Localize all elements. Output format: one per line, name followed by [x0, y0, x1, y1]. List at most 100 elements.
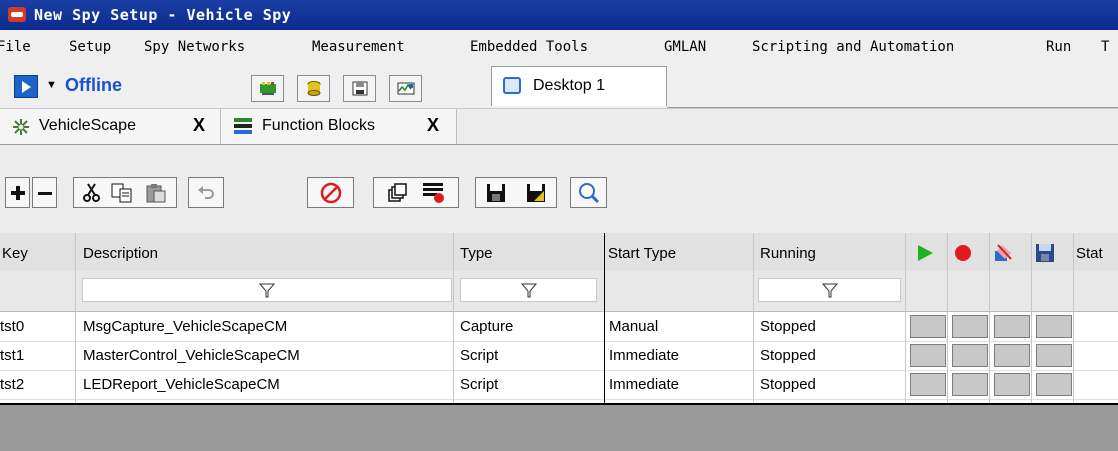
column-divider: [905, 233, 906, 404]
close-icon[interactable]: X: [427, 115, 439, 136]
undo-button[interactable]: [188, 177, 224, 208]
save-disk-icon: [352, 81, 368, 96]
status-offline: Offline: [65, 75, 122, 95]
message-view-button[interactable]: [389, 75, 422, 102]
clear-icon[interactable]: [993, 243, 1015, 263]
save-icon[interactable]: [1035, 243, 1055, 263]
clipboard-group: [73, 177, 177, 208]
script-icon[interactable]: [422, 182, 446, 204]
document-tabs: VehicleScape X Function Blocks X: [0, 109, 1118, 177]
menu-run[interactable]: Run: [1046, 39, 1071, 55]
tab-function-blocks[interactable]: Function Blocks X: [221, 109, 457, 144]
start-button[interactable]: [910, 315, 946, 338]
add-button[interactable]: [5, 177, 30, 208]
row-running: Stopped: [760, 347, 816, 364]
desktop-icon: [503, 77, 521, 94]
remove-button[interactable]: [32, 177, 57, 208]
save-group: [475, 177, 557, 208]
filter-icon: [821, 283, 838, 298]
tab-vehiclescape[interactable]: VehicleScape X: [0, 109, 221, 144]
menu-bar: File Setup Spy Networks Measurement Embe…: [0, 30, 1118, 65]
row-running: Stopped: [760, 376, 816, 393]
filter-row: [0, 271, 1118, 312]
record-icon[interactable]: [953, 243, 973, 263]
record-button[interactable]: [952, 315, 988, 338]
disable-button[interactable]: [307, 177, 354, 208]
column-header-start-type[interactable]: Start Type: [608, 245, 676, 262]
column-header-type[interactable]: Type: [460, 245, 493, 262]
save-button[interactable]: [1036, 344, 1072, 367]
row-description: MasterControl_VehicleScapeCM: [83, 347, 300, 364]
function-blocks-icon: [234, 118, 252, 134]
message-view-icon: [397, 82, 415, 95]
start-icon[interactable]: [915, 243, 935, 263]
row-description: MsgCapture_VehicleScapeCM: [83, 318, 288, 335]
menu-measurement[interactable]: Measurement: [312, 39, 405, 55]
column-divider: [75, 233, 76, 404]
column-divider: [1031, 233, 1032, 404]
menu-file[interactable]: File: [0, 39, 31, 55]
row-key: tst1: [0, 347, 25, 364]
paste-icon[interactable]: [145, 183, 167, 203]
window-icon[interactable]: [388, 183, 408, 203]
function-blocks-grid: Key Description Type Start Type Running …: [0, 233, 1118, 404]
network-icon: [260, 82, 276, 95]
start-button[interactable]: [910, 373, 946, 396]
row-start-type: Immediate: [609, 347, 680, 364]
description-filter[interactable]: [82, 278, 452, 302]
menu-gmlan[interactable]: GMLAN: [664, 39, 706, 55]
tab-desktop-1-label: Desktop 1: [533, 77, 606, 94]
column-header-running[interactable]: Running: [760, 245, 816, 262]
table-row[interactable]: tst0 MsgCapture_VehicleScapeCM Capture M…: [0, 313, 1118, 342]
tabs-divider: [0, 144, 1118, 145]
search-button[interactable]: [570, 177, 607, 208]
record-button[interactable]: [952, 344, 988, 367]
title-bar: New Spy Setup - Vehicle Spy: [0, 0, 1118, 30]
network-button[interactable]: [251, 75, 284, 102]
clear-button[interactable]: [994, 344, 1030, 367]
menu-scripting-automation[interactable]: Scripting and Automation: [752, 39, 954, 55]
tab-vehiclescape-label: VehicleScape: [39, 117, 136, 134]
save-button[interactable]: [1036, 315, 1072, 338]
clear-button[interactable]: [994, 315, 1030, 338]
save-button[interactable]: [1036, 373, 1072, 396]
column-divider: [1073, 233, 1074, 404]
row-type: Script: [460, 347, 499, 364]
table-row[interactable]: tst2 LEDReport_VehicleScapeCM Script Imm…: [0, 371, 1118, 400]
go-online-icon[interactable]: [14, 75, 38, 98]
disable-icon: [320, 182, 341, 203]
vehiclescape-icon: [13, 119, 29, 135]
start-button[interactable]: [910, 344, 946, 367]
save-as-icon[interactable]: [526, 183, 546, 203]
filter-icon: [259, 283, 275, 298]
menu-spy-networks[interactable]: Spy Networks: [144, 39, 245, 55]
record-button[interactable]: [952, 373, 988, 396]
clear-button[interactable]: [994, 373, 1030, 396]
row-description: LEDReport_VehicleScapeCM: [83, 376, 280, 393]
save-disk-button[interactable]: [343, 75, 376, 102]
database-button[interactable]: [297, 75, 330, 102]
copy-icon[interactable]: [111, 183, 133, 203]
save-icon[interactable]: [486, 183, 506, 203]
chevron-down-icon[interactable]: ▼: [46, 79, 57, 91]
column-header-description[interactable]: Description: [83, 245, 158, 262]
column-header-key[interactable]: Key: [2, 245, 28, 262]
search-icon: [578, 182, 599, 203]
close-icon[interactable]: X: [193, 115, 205, 136]
type-filter[interactable]: [460, 278, 597, 302]
remove-icon: [37, 191, 52, 195]
row-type: Capture: [460, 318, 514, 335]
table-row[interactable]: tst1 MasterControl_VehicleScapeCM Script…: [0, 342, 1118, 371]
cut-icon[interactable]: [82, 183, 102, 203]
menu-t[interactable]: T: [1101, 39, 1109, 55]
column-divider: [989, 233, 990, 404]
vehicle-spy-app-icon: [8, 7, 26, 22]
menu-embedded-tools[interactable]: Embedded Tools: [470, 39, 588, 55]
tab-desktop-1[interactable]: Desktop 1: [491, 66, 667, 106]
tab-strip-line: [667, 107, 1118, 108]
window-title: New Spy Setup - Vehicle Spy: [34, 6, 292, 24]
menu-setup[interactable]: Setup: [69, 39, 111, 55]
column-header-status[interactable]: Stat: [1076, 245, 1103, 262]
running-filter[interactable]: [758, 278, 901, 302]
undo-icon: [198, 185, 214, 199]
